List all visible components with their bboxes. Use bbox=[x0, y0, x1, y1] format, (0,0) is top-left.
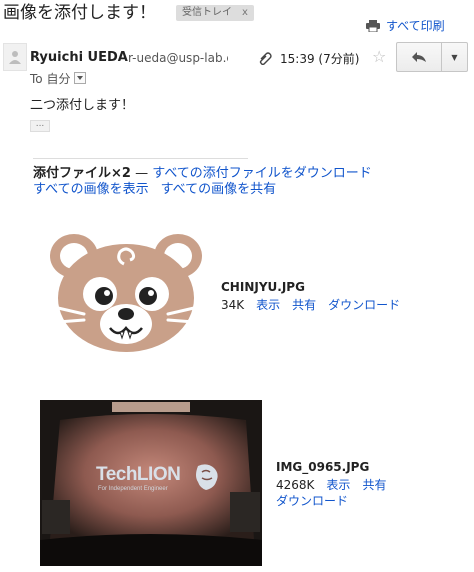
download-attachment-link[interactable]: ダウンロード bbox=[328, 298, 400, 312]
attachment-meta: 34K 表示 共有 ダウンロード bbox=[221, 296, 400, 313]
message-time: 15:39 (7分前) bbox=[280, 52, 360, 66]
sender-name[interactable]: Ryuichi UEDA bbox=[30, 50, 128, 65]
attachments-actions: すべての画像を表示 すべての画像を共有 bbox=[33, 182, 276, 198]
star-icon[interactable]: ☆ bbox=[372, 47, 386, 66]
share-all-images-link[interactable]: すべての画像を共有 bbox=[161, 182, 277, 197]
attachment-name: IMG_0965.JPG bbox=[276, 460, 370, 474]
print-all-button[interactable]: すべて印刷 bbox=[366, 18, 445, 34]
attachment-name: CHINJYU.JPG bbox=[221, 280, 305, 294]
share-attachment-link[interactable]: 共有 bbox=[362, 478, 386, 492]
label-badge-inbox[interactable]: 受信トレイ x bbox=[176, 5, 254, 21]
share-attachment-link[interactable]: 共有 bbox=[292, 298, 316, 312]
attachment-thumbnail-img0965[interactable]: TechLION For Independent Engineer bbox=[40, 400, 262, 566]
attachment-meta: 4268K 表示 共有 bbox=[276, 476, 386, 493]
printer-icon bbox=[366, 20, 380, 32]
download-all-attachments-link[interactable]: すべての添付ファイルをダウンロード bbox=[152, 166, 372, 181]
attachments-dash: — bbox=[135, 166, 149, 181]
recipient-line: To 自分 bbox=[30, 70, 87, 87]
avatar-icon bbox=[9, 51, 21, 64]
avatar[interactable] bbox=[3, 43, 27, 71]
attachment-size: 34K bbox=[221, 298, 245, 312]
reply-icon bbox=[412, 52, 426, 62]
email-subject: 画像を添付します！ bbox=[3, 3, 156, 23]
attachments-header: 添付ファイル×2 — すべての添付ファイルをダウンロード bbox=[33, 166, 372, 182]
paperclip-icon bbox=[259, 52, 272, 65]
sender-email[interactable]: r-ueda@usp-lab.com bbox=[128, 51, 228, 65]
attachment-size: 4268K bbox=[276, 478, 315, 492]
print-all-label: すべて印刷 bbox=[386, 19, 445, 33]
chevron-down-icon: ▼ bbox=[451, 52, 458, 62]
recipient-details-dropdown[interactable] bbox=[74, 72, 87, 84]
reply-button-group: ▼ bbox=[396, 42, 468, 72]
reply-button[interactable] bbox=[397, 43, 442, 71]
attachment-thumbnail-chinjyu[interactable] bbox=[44, 228, 208, 356]
message-body: 二つ添付します！ bbox=[30, 98, 135, 113]
more-actions-button[interactable]: ▼ bbox=[442, 43, 467, 71]
photo-brand-text: TechLION bbox=[96, 464, 181, 485]
recipient-label: To 自分 bbox=[30, 72, 71, 86]
attachments-count: 添付ファイル×2 bbox=[33, 166, 131, 181]
label-name: 受信トレイ bbox=[182, 7, 232, 18]
lion-logo-icon bbox=[196, 464, 218, 490]
view-all-images-link[interactable]: すべての画像を表示 bbox=[33, 182, 149, 197]
show-trimmed-content-button[interactable]: ... bbox=[30, 120, 50, 132]
photo-tagline-text: For Independent Engineer bbox=[98, 486, 168, 492]
view-attachment-link[interactable]: 表示 bbox=[326, 478, 350, 492]
download-attachment-link[interactable]: ダウンロード bbox=[276, 492, 348, 509]
divider bbox=[33, 158, 248, 159]
remove-label-button[interactable]: x bbox=[242, 7, 248, 18]
view-attachment-link[interactable]: 表示 bbox=[256, 298, 280, 312]
